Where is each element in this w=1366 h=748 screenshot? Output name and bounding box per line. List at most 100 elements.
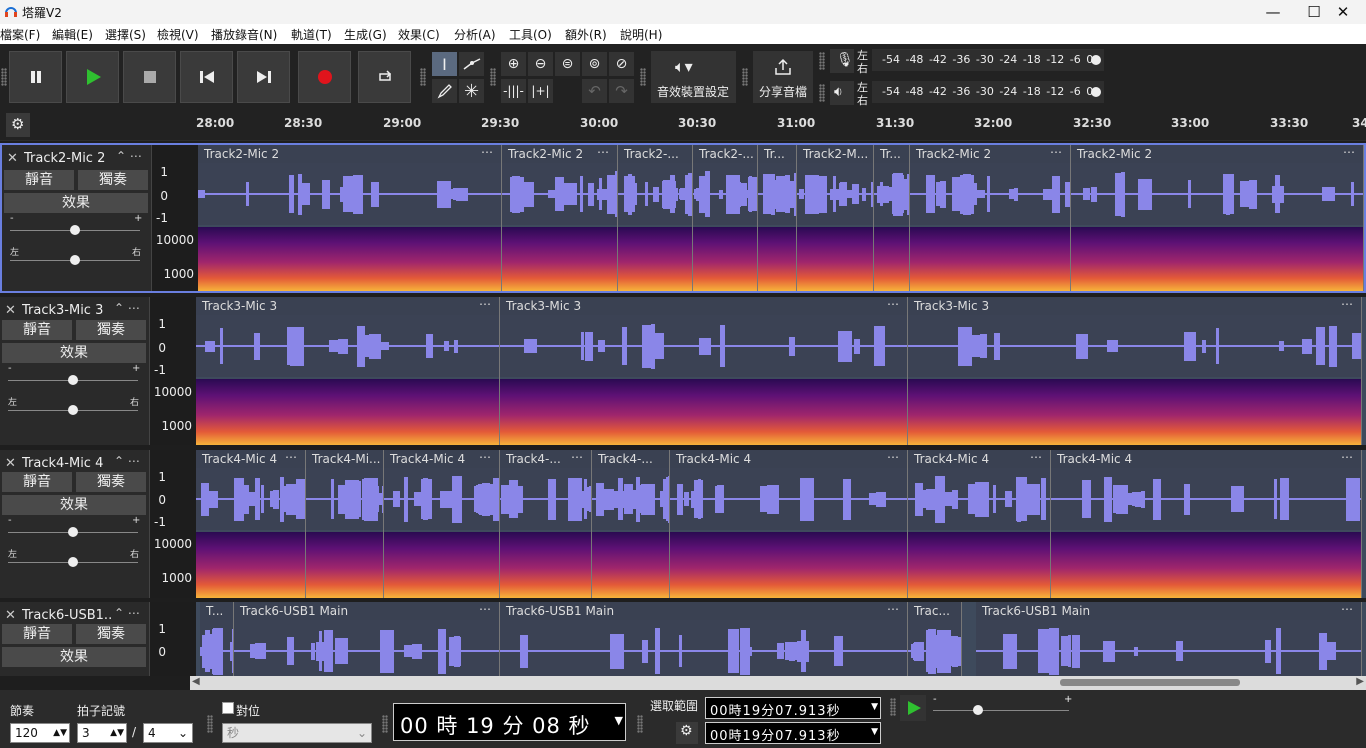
track-4[interactable]: ✕ Track4-Mic 4 ⌃ ⋯ 靜音 獨奏 效果 - + 左 右 1 0 …	[0, 450, 1366, 598]
menu-select[interactable]: 選擇(S)	[105, 26, 146, 43]
snap-grip[interactable]	[207, 715, 213, 733]
track-3[interactable]: ✕ Track3-Mic 3 ⌃ ⋯ 靜音 獨奏 效果 - + 左 右 1 0 …	[0, 297, 1366, 445]
pan-knob[interactable]	[68, 405, 78, 415]
menu-view[interactable]: 檢視(V)	[157, 26, 199, 43]
selection-end[interactable]: 00時19分07.913秒 ▼	[705, 722, 881, 744]
menu-file[interactable]: 檔案(F)	[0, 26, 40, 43]
zoom-in-button[interactable]: ⊕	[501, 52, 526, 76]
mute-button[interactable]: 靜音	[2, 320, 72, 340]
menu-help[interactable]: 說明(H)	[620, 26, 662, 43]
loop-button[interactable]	[358, 51, 411, 103]
audio-clip[interactable]: Track2-M...	[797, 145, 874, 291]
audio-clip[interactable]: Track2-Mic 2 ⋯	[1071, 145, 1364, 291]
mute-button[interactable]: 靜音	[2, 472, 72, 492]
pause-button[interactable]	[9, 51, 62, 103]
audio-clip[interactable]: Track4-Mic 4 ⋯	[908, 450, 1051, 598]
zoom-out-button[interactable]: ⊖	[528, 52, 553, 76]
track-name[interactable]: Track6-USB1...	[22, 608, 112, 623]
multi-tool[interactable]: ✳	[459, 79, 484, 103]
share-audio-button[interactable]: 分享音檔	[753, 51, 813, 103]
audio-clip[interactable]: Tr...	[874, 145, 910, 291]
record-button[interactable]	[298, 51, 351, 103]
track-menu-button[interactable]: ⌃ ⋯	[114, 301, 140, 315]
pan-slider[interactable]	[8, 557, 138, 567]
menu-transport[interactable]: 播放錄音(N)	[211, 26, 277, 43]
vertical-scale[interactable]: 1 0 -1 10000 1000	[152, 145, 198, 291]
minimize-button[interactable]: —	[1250, 0, 1296, 24]
envelope-tool[interactable]	[459, 52, 484, 76]
time-signature-numerator[interactable]: 3 ▲▼	[77, 723, 127, 743]
gain-knob[interactable]	[68, 527, 78, 537]
mute-button[interactable]: 靜音	[4, 170, 74, 190]
record-meter[interactable]: -54 -48 -42 -36 -30 -24 -18 -12 -6 0	[872, 49, 1104, 71]
gain-slider[interactable]	[8, 375, 138, 385]
track-menu-button[interactable]: ⌃ ⋯	[114, 454, 140, 468]
play-speed-grip[interactable]	[890, 698, 896, 716]
audio-clip[interactable]: Track3-Mic 3 ⋯	[196, 297, 500, 445]
clip-area[interactable]: Track4-Mic 4 ⋯ Track4-Mi... Track4-Mic 4 ⋯…	[196, 450, 1364, 598]
play-speed-slider[interactable]	[933, 705, 1069, 715]
vertical-scale[interactable]: 1 0	[150, 602, 196, 676]
audio-clip[interactable]: Tr...	[758, 145, 797, 291]
effects-button[interactable]: 效果	[2, 647, 146, 667]
audio-clip[interactable]: Track3-Mic 3 ⋯	[908, 297, 1362, 445]
pan-knob[interactable]	[68, 557, 78, 567]
track-menu-button[interactable]: ⌃ ⋯	[116, 149, 142, 163]
close-track-icon[interactable]: ✕	[5, 608, 16, 623]
audio-clip[interactable]: Track4-Mi...	[306, 450, 384, 598]
menu-effect[interactable]: 效果(C)	[398, 26, 440, 43]
spinner-icon[interactable]: ▲▼	[53, 724, 67, 742]
tempo-input[interactable]: 120 ▲▼	[10, 723, 70, 743]
audio-clip[interactable]: Track4-Mic 4 ⋯	[1051, 450, 1362, 598]
audio-clip[interactable]: Track2-...	[618, 145, 693, 291]
share-grip[interactable]	[742, 68, 748, 86]
toolbar-grip[interactable]	[1, 68, 7, 86]
track-2[interactable]: ✕ Track2-Mic 2 ⌃ ⋯ 靜音 獨奏 效果 - + 左 右 1 0 …	[0, 143, 1366, 293]
audio-clip[interactable]: Track2-...	[693, 145, 758, 291]
skip-start-button[interactable]	[180, 51, 233, 103]
close-track-icon[interactable]: ✕	[7, 151, 18, 166]
record-meter-button[interactable]: 🎙︎	[830, 49, 854, 73]
spinner-icon[interactable]: ▲▼	[110, 724, 124, 742]
menu-generate[interactable]: 生成(G)	[344, 26, 387, 43]
track-name[interactable]: Track2-Mic 2	[24, 151, 114, 166]
selection-settings-button[interactable]: ⚙	[676, 722, 698, 744]
audio-clip[interactable]: Track6-USB1 Main ⋯	[234, 602, 500, 676]
track-6[interactable]: ✕ Track6-USB1... ⌃ ⋯ 靜音 獨奏 效果 1 0 T... T…	[0, 602, 1366, 676]
undo-button[interactable]: ↶	[582, 79, 607, 103]
time-signature-denominator[interactable]: 4 ⌄	[143, 723, 193, 743]
audio-clip[interactable]: Track2-Mic 2 ⋯	[502, 145, 618, 291]
play-at-speed-button[interactable]	[900, 695, 926, 721]
time-grip[interactable]	[382, 715, 388, 733]
audio-clip[interactable]: Track4-Mic 4 ⋯	[196, 450, 306, 598]
pan-knob[interactable]	[70, 255, 80, 265]
gain-knob[interactable]	[68, 375, 78, 385]
audio-setup-button[interactable]: 🔈︎▾ 音效裝置設定	[651, 51, 736, 103]
skip-end-button[interactable]	[237, 51, 290, 103]
trim-outside-button[interactable]: -|||-	[501, 79, 526, 103]
solo-button[interactable]: 獨奏	[76, 624, 146, 644]
select-tool[interactable]: I	[432, 52, 457, 76]
clip-area[interactable]: Track3-Mic 3 ⋯ Track3-Mic 3 ⋯ Track3-Mic 3…	[196, 297, 1364, 445]
gain-slider[interactable]	[8, 527, 138, 537]
menu-tools[interactable]: 工具(O)	[509, 26, 552, 43]
close-track-icon[interactable]: ✕	[5, 456, 16, 471]
snap-checkbox[interactable]	[222, 702, 234, 714]
pan-slider[interactable]	[8, 405, 138, 415]
menu-analyze[interactable]: 分析(A)	[454, 26, 496, 43]
zoom-toggle-button[interactable]: ⊘	[609, 52, 634, 76]
vertical-scale[interactable]: 1 0 -1 10000 1000	[150, 297, 196, 445]
draw-tool[interactable]	[432, 79, 457, 103]
clip-area[interactable]: Track2-Mic 2 ⋯ Track2-Mic 2 ⋯ Track2-... T…	[198, 145, 1364, 291]
audio-clip[interactable]: Track4-Mic 4 ⋯	[384, 450, 500, 598]
audio-clip[interactable]: Track4-Mic 4 ⋯	[670, 450, 908, 598]
solo-button[interactable]: 獨奏	[76, 320, 146, 340]
fit-selection-button[interactable]: ⊜	[555, 52, 580, 76]
playback-meter[interactable]: -54 -48 -42 -36 -30 -24 -18 -12 -6 0	[872, 81, 1104, 103]
audio-setup-grip[interactable]	[640, 68, 646, 86]
tools-grip[interactable]	[420, 68, 426, 86]
stop-button[interactable]	[123, 51, 176, 103]
close-track-icon[interactable]: ✕	[5, 303, 16, 318]
selection-start[interactable]: 00時19分07.913秒 ▼	[705, 697, 881, 719]
solo-button[interactable]: 獨奏	[78, 170, 148, 190]
